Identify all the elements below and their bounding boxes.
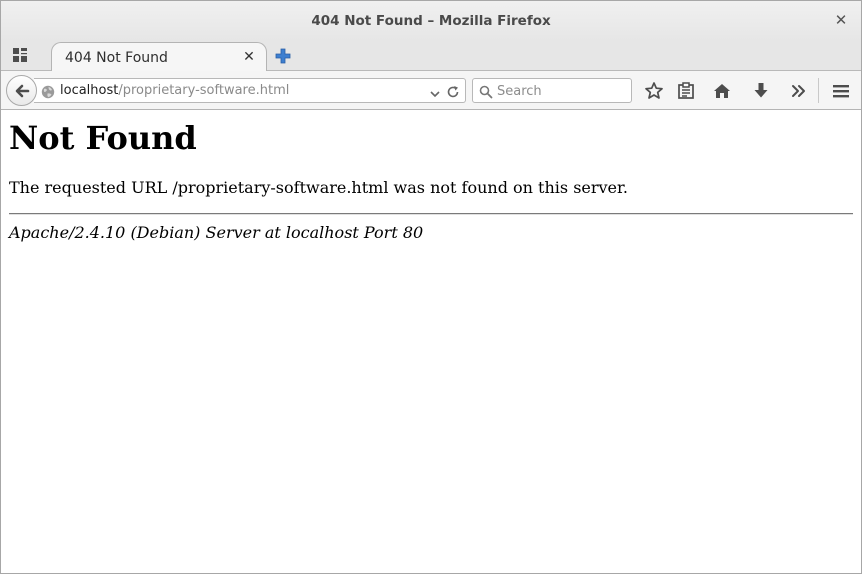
back-button[interactable] (6, 75, 37, 106)
url-text: localhost/proprietary-software.html (60, 83, 289, 98)
home-icon[interactable] (712, 81, 732, 101)
globe-icon (41, 84, 55, 99)
chevron-down-icon[interactable] (429, 85, 441, 98)
star-icon[interactable] (644, 81, 664, 101)
url-path: /proprietary-software.html (118, 83, 290, 98)
title-bar: 404 Not Found – Mozilla Firefox ✕ (1, 1, 861, 41)
plus-icon[interactable] (274, 47, 292, 65)
hamburger-menu-icon[interactable] (831, 81, 851, 101)
url-host: localhost (60, 83, 119, 98)
tab-label: 404 Not Found (65, 50, 168, 66)
tab-close-button[interactable]: ✕ (242, 48, 256, 66)
download-arrow-icon[interactable] (751, 81, 771, 101)
search-icon (479, 84, 493, 99)
search-input[interactable] (497, 82, 627, 100)
tab-404-not-found[interactable]: 404 Not Found ✕ (51, 42, 267, 72)
divider (9, 213, 853, 215)
page-content: Not Found The requested URL /proprietary… (1, 111, 861, 573)
window-close-button[interactable]: ✕ (833, 11, 849, 29)
browser-window: 404 Not Found – Mozilla Firefox ✕ 404 No… (0, 0, 862, 574)
navigation-toolbar: localhost/proprietary-software.html (1, 71, 861, 110)
search-bar[interactable] (472, 78, 632, 103)
toolbar-separator (818, 78, 819, 103)
reading-list-icon[interactable] (676, 81, 696, 101)
server-signature: Apache/2.4.10 (Debian) Server at localho… (9, 223, 424, 242)
error-message: The requested URL /proprietary-software.… (9, 178, 628, 197)
tab-strip: 404 Not Found ✕ (1, 41, 861, 72)
overflow-chevrons-icon[interactable] (789, 81, 809, 101)
window-title: 404 Not Found – Mozilla Firefox (311, 13, 551, 29)
back-arrow-icon (15, 84, 30, 98)
url-bar[interactable]: localhost/proprietary-software.html (34, 78, 466, 103)
reload-icon[interactable] (446, 84, 460, 98)
page-heading: Not Found (9, 119, 197, 157)
tabs-grid-icon[interactable] (12, 47, 28, 63)
